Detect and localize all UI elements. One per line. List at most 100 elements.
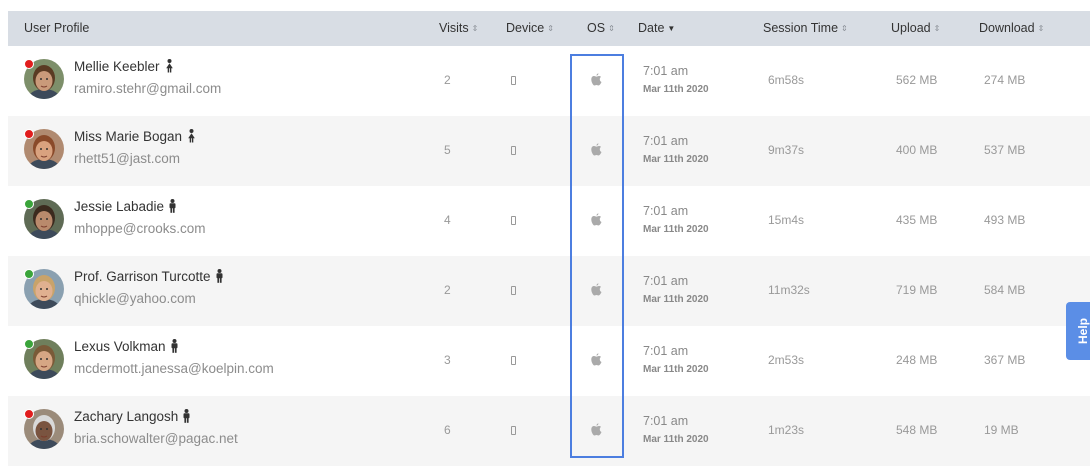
session-date: Mar 11th 2020 [643, 434, 709, 445]
female-icon [186, 129, 197, 146]
user-name-text: Jessie Labadie [74, 199, 165, 214]
user-email: qhickle@yahoo.com [74, 291, 196, 306]
upload-value: 400 MB [896, 143, 938, 157]
sort-desc-icon: ▼ [667, 24, 676, 33]
user-sessions-table: User Profile Visits ⇕ Device ⇕ OS ⇕ Date ▼ S… [8, 11, 1090, 466]
user-email: mcdermott.janessa@koelpin.com [74, 361, 274, 376]
table-row[interactable]: Prof. Garrison Turcotte qhickle@yahoo.com… [8, 256, 1090, 326]
download-value: 537 MB [984, 143, 1026, 157]
col-session-time[interactable]: Session Time ⇕ [763, 11, 848, 46]
session-time-of-day: 7:01 am [643, 414, 689, 428]
download-value: 493 MB [984, 213, 1026, 227]
session-duration: 11m32s [768, 283, 810, 297]
session-time-of-day: 7:01 am [643, 204, 689, 218]
table-row[interactable]: Zachary Langosh bria.schowalter@pagac.net… [8, 396, 1090, 466]
col-device-label: Device [506, 21, 545, 35]
status-dot [24, 129, 34, 139]
col-date-label: Date [638, 21, 665, 35]
col-download-label: Download [979, 21, 1035, 35]
sort-icon: ⇕ [547, 24, 554, 33]
help-button[interactable]: Help [1066, 302, 1090, 360]
session-duration: 9m37s [768, 143, 805, 157]
download-value: 274 MB [984, 73, 1026, 87]
download-value: 584 MB [984, 283, 1026, 297]
user-name: Zachary Langosh [74, 409, 191, 426]
col-date[interactable]: Date ▼ [638, 11, 675, 46]
female-icon [164, 59, 175, 76]
male-icon [182, 409, 191, 426]
status-dot [24, 409, 34, 419]
user-name: Prof. Garrison Turcotte [74, 269, 224, 286]
user-name-text: Mellie Keebler [74, 59, 160, 74]
sort-icon: ⇕ [933, 24, 941, 33]
col-user-profile[interactable]: User Profile [24, 11, 89, 46]
upload-value: 548 MB [896, 423, 938, 437]
mobile-device-icon [511, 356, 516, 365]
col-os[interactable]: OS ⇕ [587, 11, 615, 46]
session-date: Mar 11th 2020 [643, 294, 709, 305]
session-date: Mar 11th 2020 [643, 154, 709, 165]
upload-value: 435 MB [896, 213, 938, 227]
mobile-device-icon [511, 286, 516, 295]
mobile-device-icon [511, 216, 516, 225]
session-duration: 2m53s [768, 353, 805, 367]
col-device[interactable]: Device ⇕ [506, 11, 554, 46]
user-name: Miss Marie Bogan [74, 129, 197, 146]
visits-value: 2 [444, 73, 451, 87]
user-name-text: Prof. Garrison Turcotte [74, 269, 211, 284]
status-dot [24, 59, 34, 69]
session-time-of-day: 7:01 am [643, 344, 689, 358]
table-row[interactable]: Mellie Keebler ramiro.stehr@gmail.com 2 7:0… [8, 46, 1090, 116]
session-time-of-day: 7:01 am [643, 274, 689, 288]
download-value: 19 MB [984, 423, 1019, 437]
user-name: Jessie Labadie [74, 199, 177, 216]
visits-value: 5 [444, 143, 451, 157]
user-email: rhett51@jast.com [74, 151, 180, 166]
col-upload[interactable]: Upload ⇕ [891, 11, 940, 46]
col-user-profile-label: User Profile [24, 21, 90, 35]
os-column-highlight [570, 54, 624, 458]
user-email: ramiro.stehr@gmail.com [74, 81, 222, 96]
table-body: Mellie Keebler ramiro.stehr@gmail.com 2 7:0… [8, 46, 1090, 466]
user-name: Mellie Keebler [74, 59, 175, 76]
download-value: 367 MB [984, 353, 1026, 367]
table-row[interactable]: Jessie Labadie mhoppe@crooks.com 4 7:01 am M… [8, 186, 1090, 256]
user-email: bria.schowalter@pagac.net [74, 431, 238, 446]
visits-value: 6 [444, 423, 451, 437]
status-dot [24, 199, 34, 209]
table-row[interactable]: Lexus Volkman mcdermott.janessa@koelpin.c… [8, 326, 1090, 396]
mobile-device-icon [511, 76, 516, 85]
help-label: Help [1076, 317, 1090, 345]
table-row[interactable]: Miss Marie Bogan rhett51@jast.com 5 7:01 am… [8, 116, 1090, 186]
mobile-device-icon [511, 146, 516, 155]
status-dot [24, 269, 34, 279]
col-upload-label: Upload [891, 21, 931, 35]
session-date: Mar 11th 2020 [643, 84, 709, 95]
sort-icon: ⇕ [841, 24, 848, 33]
col-os-label: OS [587, 21, 606, 35]
sort-icon: ⇕ [471, 24, 479, 33]
user-name: Lexus Volkman [74, 339, 179, 356]
session-date: Mar 11th 2020 [643, 224, 709, 235]
user-name-text: Lexus Volkman [74, 339, 166, 354]
upload-value: 719 MB [896, 283, 938, 297]
sort-icon: ⇕ [608, 24, 615, 33]
session-time-of-day: 7:01 am [643, 134, 689, 148]
session-date: Mar 11th 2020 [643, 364, 709, 375]
visits-value: 2 [444, 283, 451, 297]
upload-value: 562 MB [896, 73, 938, 87]
male-icon [170, 339, 179, 356]
male-icon [215, 269, 224, 286]
sort-icon: ⇕ [1037, 24, 1045, 33]
table-header: User Profile Visits ⇕ Device ⇕ OS ⇕ Date ▼ S… [8, 11, 1090, 46]
col-session-time-label: Session Time [763, 21, 839, 35]
mobile-device-icon [511, 426, 516, 435]
visits-value: 3 [444, 353, 451, 367]
user-name-text: Zachary Langosh [74, 409, 179, 424]
col-visits[interactable]: Visits ⇕ [439, 11, 478, 46]
col-download[interactable]: Download ⇕ [979, 11, 1044, 46]
user-name-text: Miss Marie Bogan [74, 129, 183, 144]
col-visits-label: Visits [439, 21, 469, 35]
user-email: mhoppe@crooks.com [74, 221, 206, 236]
upload-value: 248 MB [896, 353, 938, 367]
